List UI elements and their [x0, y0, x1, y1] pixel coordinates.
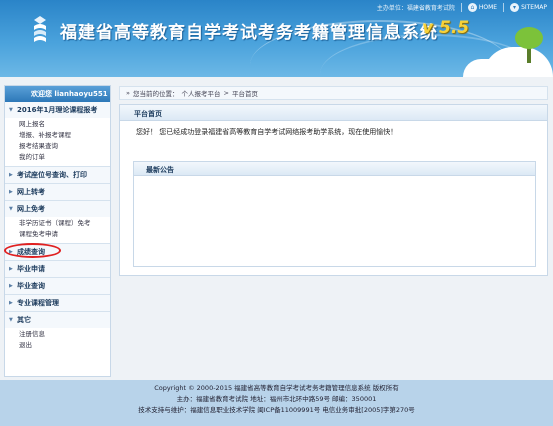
menu-head-exemption[interactable]: ▼ 网上免考 [5, 201, 110, 217]
menu-group-graduation-apply: ▶ 毕业申请 [5, 261, 110, 278]
menu-head-label: 考试座位号查询、打印 [17, 171, 87, 179]
menu-group-transfer: ▶ 网上转考 [5, 184, 110, 201]
system-version: v 5.5 [422, 18, 470, 38]
breadcrumb-item[interactable]: 个人报考平台 [181, 88, 220, 98]
menu-item-online-registration[interactable]: 网上报名 [5, 119, 110, 130]
collapsed-arrow-icon: ▶ [9, 189, 13, 195]
expanded-arrow-icon: ▼ [9, 107, 13, 113]
highlight-annotation [4, 243, 61, 258]
chevron-right-icon: » [126, 89, 130, 97]
menu-group-seat: ▶ 考试座位号查询、打印 [5, 167, 110, 184]
tab-label: 平台首页 [134, 110, 162, 118]
menu-head-label: 网上免考 [17, 205, 45, 213]
menu-head-graduation-query[interactable]: ▶ 毕业查询 [5, 278, 110, 294]
menu-group-major-courses: ▶ 专业课程管理 [5, 295, 110, 312]
menu-head-label: 专业课程管理 [17, 299, 59, 307]
menu-head-label: 网上转考 [17, 188, 45, 196]
expanded-arrow-icon: ▼ [9, 317, 13, 323]
welcome-message: 您好！ 您已经成功登录福建省高等教育自学考试网络报考助学系统，现在使用愉快！ [136, 128, 398, 136]
menu-head-graduation-apply[interactable]: ▶ 毕业申请 [5, 261, 110, 277]
breadcrumb-separator: > [223, 89, 229, 97]
main-panel: 平台首页 您好！ 您已经成功登录福建省高等教育自学考试网络报考助学系统，现在使用… [119, 104, 548, 276]
home-link[interactable]: ⌂ HOME [467, 3, 498, 12]
welcome-banner: 欢迎您 lianhaoyu551 [5, 86, 110, 102]
system-title: 福建省高等教育自学考试考务考籍管理信息系统 [60, 23, 438, 43]
menu-group-other: ▼ 其它 注册信息 退出 [5, 312, 110, 354]
home-label: HOME [478, 4, 498, 11]
collapsed-arrow-icon: ▶ [9, 283, 13, 289]
divider [503, 3, 505, 12]
menu-item-registration-results[interactable]: 报考结果查询 [5, 141, 110, 152]
tree-decoration [515, 27, 543, 49]
footer-address: 主办：福建省教育考试院 地址：福州市北环中路59号 邮编：350001 [176, 395, 377, 403]
top-bar: 主办单位：福建省教育考试院 ⌂ HOME ▾ SITEMAP [377, 3, 547, 12]
expanded-arrow-icon: ▼ [9, 206, 13, 212]
footer-copyright: Copyright © 2000-2015 福建省高等教育自学考试考务考籍管理信… [154, 384, 399, 392]
sitemap-label: SITEMAP [521, 4, 547, 11]
menu-head-label: 毕业申请 [17, 265, 45, 273]
menu-head-registration[interactable]: ▼ 2016年1月理论课程报考 [5, 102, 110, 118]
notice-title: 最新公告 [146, 166, 174, 174]
page-footer: Copyright © 2000-2015 福建省高等教育自学考试考务考籍管理信… [0, 380, 553, 426]
menu-group-exemption: ▼ 网上免考 非学历证书（课程）免考 课程免考申请 [5, 201, 110, 244]
menu-item-course-exemption-application[interactable]: 课程免考申请 [5, 229, 110, 240]
menu-head-label: 2016年1月理论课程报考 [17, 106, 98, 114]
collapsed-arrow-icon: ▶ [9, 172, 13, 178]
notice-header: 最新公告 [134, 162, 535, 176]
logo-icon [34, 16, 46, 42]
footer-support: 技术支持与维护：福建信息职业技术学院 闽ICP备11009991号 电信业务审批… [138, 406, 415, 414]
menu-item-my-orders[interactable]: 我的订单 [5, 152, 110, 163]
collapsed-arrow-icon: ▶ [9, 300, 13, 306]
home-icon: ⌂ [467, 3, 477, 12]
menu-head-other[interactable]: ▼ 其它 [5, 312, 110, 328]
divider [460, 3, 462, 12]
menu-group-registration: ▼ 2016年1月理论课程报考 网上报名 增报、补报考课程 报考结果查询 我的订… [5, 102, 110, 167]
menu-head-label: 其它 [17, 316, 31, 324]
menu-head-label: 毕业查询 [17, 282, 45, 290]
menu-head-seat[interactable]: ▶ 考试座位号查询、打印 [5, 167, 110, 183]
sponsor-text: 主办单位：福建省教育考试院 [376, 5, 455, 12]
sitemap-icon: ▾ [510, 3, 520, 12]
breadcrumb: » 您当前的位置： 个人报考平台 > 平台首页 [119, 86, 548, 100]
breadcrumb-item[interactable]: 平台首页 [232, 88, 258, 98]
menu-item-logout[interactable]: 退出 [5, 340, 110, 351]
page-header: 福建省高等教育自学考试考务考籍管理信息系统 v 5.5 主办单位：福建省教育考试… [0, 0, 553, 77]
menu-head-transfer[interactable]: ▶ 网上转考 [5, 184, 110, 200]
breadcrumb-prefix: 您当前的位置： [132, 90, 179, 98]
sitemap-link[interactable]: ▾ SITEMAP [510, 3, 547, 12]
menu-item-certificate-exemption[interactable]: 非学历证书（课程）免考 [5, 218, 110, 229]
menu-head-major-courses[interactable]: ▶ 专业课程管理 [5, 295, 110, 311]
sidebar: 欢迎您 lianhaoyu551 ▼ 2016年1月理论课程报考 网上报名 增报… [4, 85, 111, 377]
collapsed-arrow-icon: ▶ [9, 266, 13, 272]
menu-item-registration-info[interactable]: 注册信息 [5, 329, 110, 340]
tab-home[interactable]: 平台首页 [120, 105, 547, 121]
notice-box: 最新公告 [133, 161, 536, 267]
menu-item-add-courses[interactable]: 增报、补报考课程 [5, 130, 110, 141]
menu-group-graduation-query: ▶ 毕业查询 [5, 278, 110, 295]
